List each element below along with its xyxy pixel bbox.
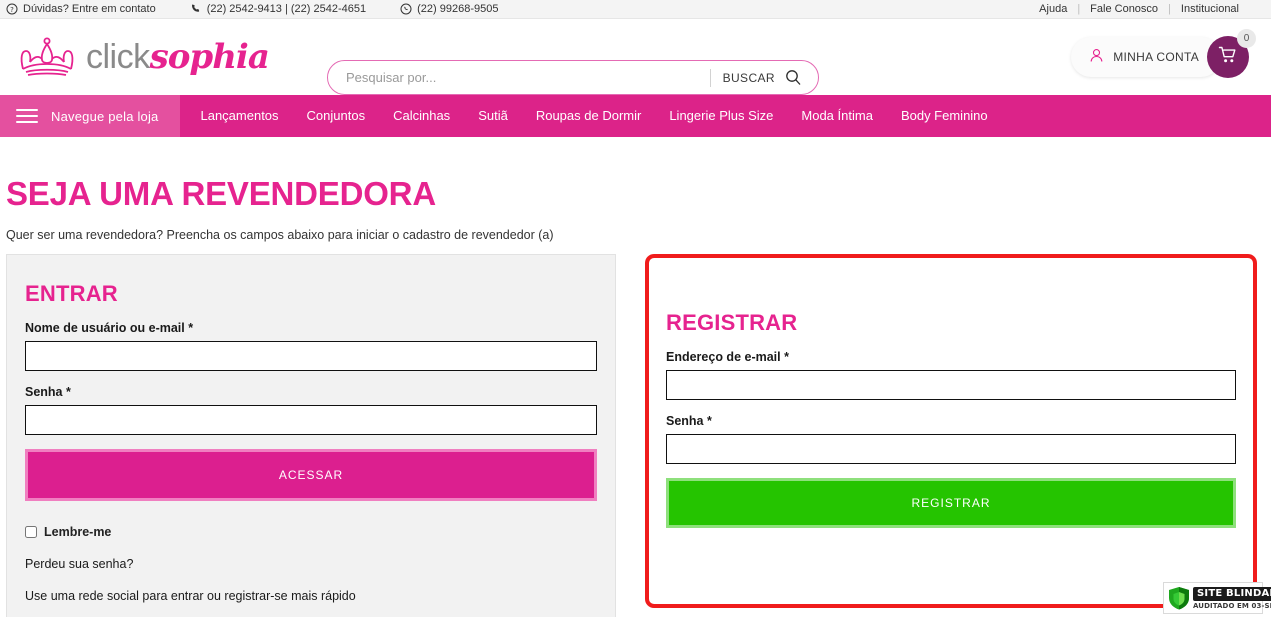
- remember-me-label: Lembre-me: [44, 525, 112, 539]
- contact-question-item: ? Dúvidas? Entre em contato: [6, 3, 156, 15]
- login-password-input[interactable]: [25, 405, 597, 435]
- search-button-label[interactable]: BUSCAR: [723, 71, 775, 85]
- svg-text:?: ?: [10, 6, 14, 14]
- nav-item-body-feminino[interactable]: Body Feminino: [887, 95, 1002, 137]
- nav-item-lancamentos[interactable]: Lançamentos: [186, 95, 292, 137]
- seal-title: SITE BLINDADO: [1193, 586, 1271, 601]
- search-bar[interactable]: BUSCAR: [327, 60, 819, 95]
- search-divider: [709, 68, 711, 87]
- whatsapp-item: (22) 99268-9505: [400, 3, 498, 15]
- social-login-text: Use uma rede social para entrar ou regis…: [25, 589, 356, 603]
- nav-links: Lançamentos Conjuntos Calcinhas Sutiã Ro…: [180, 95, 1001, 137]
- seal-texts: SITE BLINDADO AUDITADO EM 03-SET.: [1193, 586, 1271, 610]
- contact-label: Dúvidas? Entre em contato: [23, 3, 156, 15]
- topbar-link-ajuda[interactable]: Ajuda: [1029, 3, 1077, 15]
- nav-item-roupas-de-dormir[interactable]: Roupas de Dormir: [522, 95, 656, 137]
- login-panel: ENTRAR Nome de usuário ou e-mail * Senha…: [6, 254, 616, 617]
- logo-text-sophia: sophia: [149, 37, 270, 77]
- seal-subtitle: AUDITADO EM 03-SET.: [1193, 601, 1271, 610]
- crown-icon: [18, 35, 76, 79]
- whatsapp-icon: [400, 3, 412, 15]
- nav-item-calcinhas[interactable]: Calcinhas: [379, 95, 464, 137]
- cart-icon: [1218, 45, 1238, 70]
- user-icon: [1089, 48, 1104, 66]
- remember-me-row[interactable]: Lembre-me: [25, 525, 597, 539]
- nav-item-sutia[interactable]: Sutiã: [464, 95, 522, 137]
- nav-item-lingerie-plus-size[interactable]: Lingerie Plus Size: [655, 95, 787, 137]
- main-navigation: Navegue pela loja Lançamentos Conjuntos …: [0, 95, 1271, 137]
- my-account-button[interactable]: MINHA CONTA: [1071, 37, 1221, 77]
- login-password-label: Senha *: [25, 385, 71, 399]
- register-password-input[interactable]: [666, 434, 1236, 464]
- logo-wordmark: clicksophia: [86, 37, 270, 77]
- my-account-label: MINHA CONTA: [1113, 50, 1199, 64]
- register-panel: REGISTRAR Endereço de e-mail * Senha * R…: [645, 254, 1257, 608]
- phone-icon: [190, 3, 202, 15]
- site-blindado-seal[interactable]: SITE BLINDADO AUDITADO EM 03-SET.: [1163, 582, 1271, 614]
- username-input[interactable]: [25, 341, 597, 371]
- nav-item-moda-intima[interactable]: Moda Íntima: [787, 95, 887, 137]
- remember-me-checkbox[interactable]: [25, 526, 37, 538]
- login-title: ENTRAR: [25, 281, 118, 306]
- page-subtitle: Quer ser uma revendedora? Preencha os ca…: [6, 228, 554, 242]
- logo-text-click: click: [86, 38, 150, 76]
- cart-count-badge: 0: [1237, 29, 1256, 48]
- register-submit-button[interactable]: REGISTRAR: [666, 478, 1236, 528]
- phone-item: (22) 2542-9413 | (22) 2542-4651: [190, 3, 366, 15]
- topbar-link-institucional[interactable]: Institucional: [1171, 3, 1249, 15]
- store-menu-label: Navegue pela loja: [51, 108, 159, 124]
- topbar-link-fale-conosco[interactable]: Fale Conosco: [1080, 3, 1168, 15]
- question-circle-icon: ?: [6, 3, 18, 15]
- top-info-bar: ? Dúvidas? Entre em contato (22) 2542-94…: [0, 0, 1271, 19]
- page-title: SEJA UMA REVENDEDORA: [6, 175, 436, 212]
- store-menu-toggle[interactable]: Navegue pela loja: [0, 95, 181, 137]
- search-input[interactable]: [346, 70, 706, 85]
- register-email-label: Endereço de e-mail *: [666, 350, 789, 364]
- search-icon[interactable]: [785, 69, 802, 86]
- lost-password-link[interactable]: Perdeu sua senha?: [25, 557, 597, 571]
- hamburger-icon: [16, 109, 38, 123]
- register-email-input[interactable]: [666, 370, 1236, 400]
- login-submit-button[interactable]: ACESSAR: [25, 449, 597, 501]
- forms-row: ENTRAR Nome de usuário ou e-mail * Senha…: [6, 254, 1257, 617]
- shield-icon: [1168, 586, 1190, 610]
- cart-button[interactable]: 0: [1207, 29, 1256, 78]
- whatsapp-number: (22) 99268-9505: [417, 3, 499, 15]
- header-actions: MINHA CONTA 0: [1071, 29, 1256, 78]
- register-title: REGISTRAR: [666, 310, 798, 335]
- topbar-links: Ajuda | Fale Conosco | Institucional: [1029, 3, 1249, 15]
- page-content: SEJA UMA REVENDEDORA Quer ser uma revend…: [0, 175, 1271, 617]
- nav-item-conjuntos[interactable]: Conjuntos: [293, 95, 380, 137]
- topbar-contacts: ? Dúvidas? Entre em contato (22) 2542-94…: [6, 3, 532, 15]
- register-password-label: Senha *: [666, 414, 712, 428]
- site-logo[interactable]: clicksophia: [18, 35, 270, 79]
- username-label: Nome de usuário ou e-mail *: [25, 321, 194, 335]
- phone-numbers: (22) 2542-9413 | (22) 2542-4651: [206, 3, 367, 15]
- site-header: clicksophia BUSCAR MINHA CONTA 0: [0, 19, 1271, 95]
